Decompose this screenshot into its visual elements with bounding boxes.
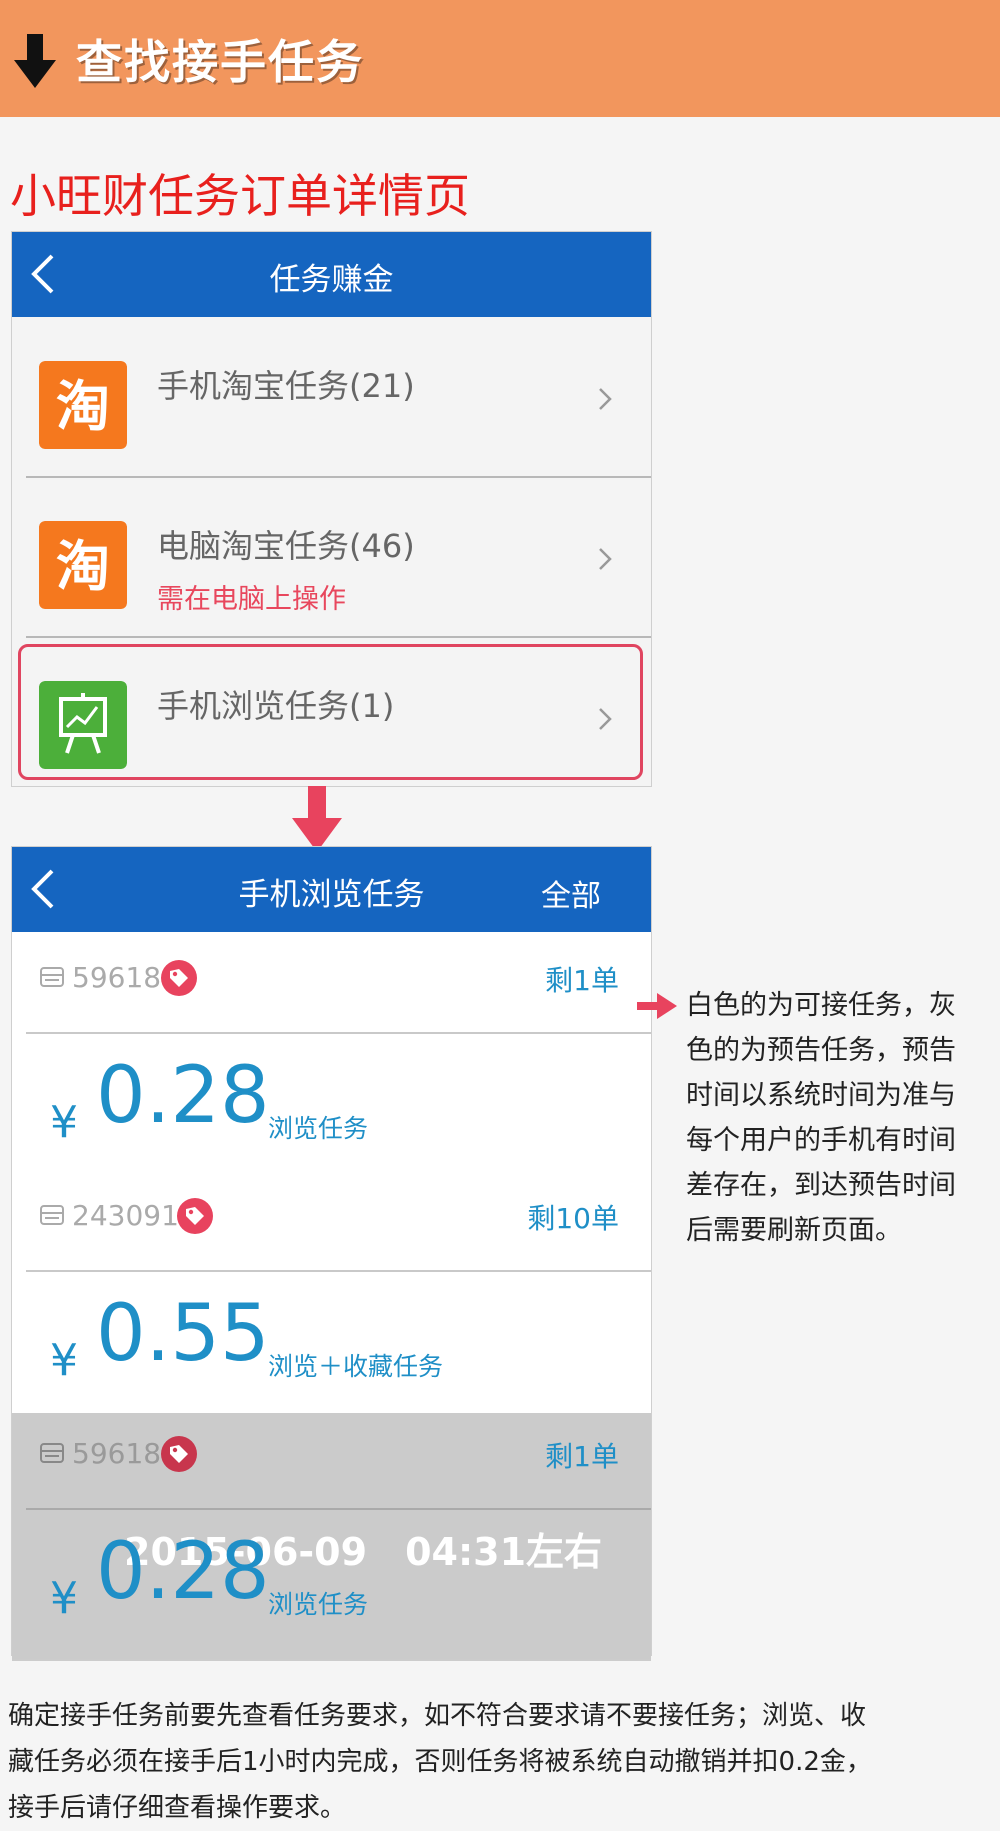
order-id: 59618 [72,961,162,994]
task-card[interactable]: 59618 剩1单 ¥ 0.28 浏览任务 [12,937,651,1177]
down-arrow-icon [292,786,342,852]
taobao-icon: 淘 [39,361,127,449]
footer-line: 藏任务必须在接手后1小时内完成，否则任务将被系统自动撤销并扣0.2金， [8,1747,872,1777]
footer-line: 确定接手任务前要先查看任务要求，如不符合要求请不要接任务；浏览、收 [8,1701,867,1731]
task-earnings-screen: 任务赚金 淘 手机淘宝任务(21) 淘 电脑淘宝任务(46) 需在电脑上操作 手… [11,231,652,787]
task-type: 浏览任务 [268,1590,369,1619]
chevron-right-icon [599,388,612,410]
price: 0.28 [96,1051,270,1141]
side-note: 白色的为可接任务，灰 色的为预告任务，预告 时间以系统时间为准与 每个用户的手机… [686,983,1000,1253]
tag-icon [161,1436,197,1472]
highlight-frame [18,644,643,780]
currency-symbol: ¥ [50,1335,78,1386]
mobile-browse-screen: 手机浏览任务 全部 59618 剩1单 ¥ 0.28 浏览任务 243091 剩… [11,846,652,1661]
currency-symbol: ¥ [50,1573,78,1624]
section-title: 小旺财任务订单详情页 [10,169,470,223]
task-card-preview: 59618 剩1单 2015-06-09 04:31左右 ¥ 0.28 浏览任务 [12,1413,651,1661]
nav-bar: 手机浏览任务 全部 [12,847,651,932]
row-sub-note: 需在电脑上操作 [157,584,346,615]
note-line: 白色的为可接任务，灰 [686,990,956,1021]
row-label: 电脑淘宝任务(46) [157,527,415,565]
divider [26,1032,651,1034]
footer-instructions: 确定接手任务前要先查看任务要求，如不符合要求请不要接任务；浏览、收 藏任务必须在… [8,1693,998,1831]
remaining-count: 剩10单 [527,1202,619,1235]
divider [26,1508,651,1510]
note-line: 每个用户的手机有时间 [686,1125,956,1156]
chevron-right-icon [599,548,612,570]
tag-icon [177,1198,213,1234]
currency-symbol: ¥ [50,1097,78,1148]
header-title: 查找接手任务 [76,35,364,89]
list-item-mobile-taobao[interactable]: 淘 手机淘宝任务(21) [12,317,651,477]
shop-icon [40,1205,64,1225]
note-line: 色的为预告任务，预告 [686,1035,956,1066]
svg-text:淘: 淘 [56,535,110,598]
price: 0.55 [96,1289,270,1379]
footer-line: 接手后请仔细查看操作要求。 [8,1793,347,1823]
nav-bar: 任务赚金 [12,232,651,317]
nav-title: 任务赚金 [269,262,394,298]
divider [26,1270,651,1272]
svg-text:淘: 淘 [56,375,110,438]
pointer-arrow-icon [637,993,677,1019]
price: 0.28 [96,1527,270,1617]
taobao-icon: 淘 [39,521,127,609]
note-line: 时间以系统时间为准与 [686,1080,956,1111]
task-card[interactable]: 243091 剩10单 ¥ 0.55 浏览＋收藏任务 [12,1175,651,1415]
header-banner: 查找接手任务 [0,0,1000,117]
remaining-count: 剩1单 [545,964,619,997]
down-arrow-icon [14,34,56,88]
shop-icon [40,1443,64,1463]
order-id: 243091 [72,1199,179,1232]
filter-all-button[interactable]: 全部 [541,871,601,915]
row-label: 手机淘宝任务(21) [157,367,415,405]
note-line: 后需要刷新页面。 [686,1215,902,1246]
task-type: 浏览＋收藏任务 [268,1352,444,1381]
order-id: 59618 [72,1437,162,1470]
task-type: 浏览任务 [268,1114,369,1143]
note-line: 差存在，到达预告时间 [686,1170,956,1201]
remaining-count: 剩1单 [545,1440,619,1473]
tag-icon [161,960,197,996]
shop-icon [40,967,64,987]
list-item-pc-taobao[interactable]: 淘 电脑淘宝任务(46) 需在电脑上操作 [12,477,651,637]
